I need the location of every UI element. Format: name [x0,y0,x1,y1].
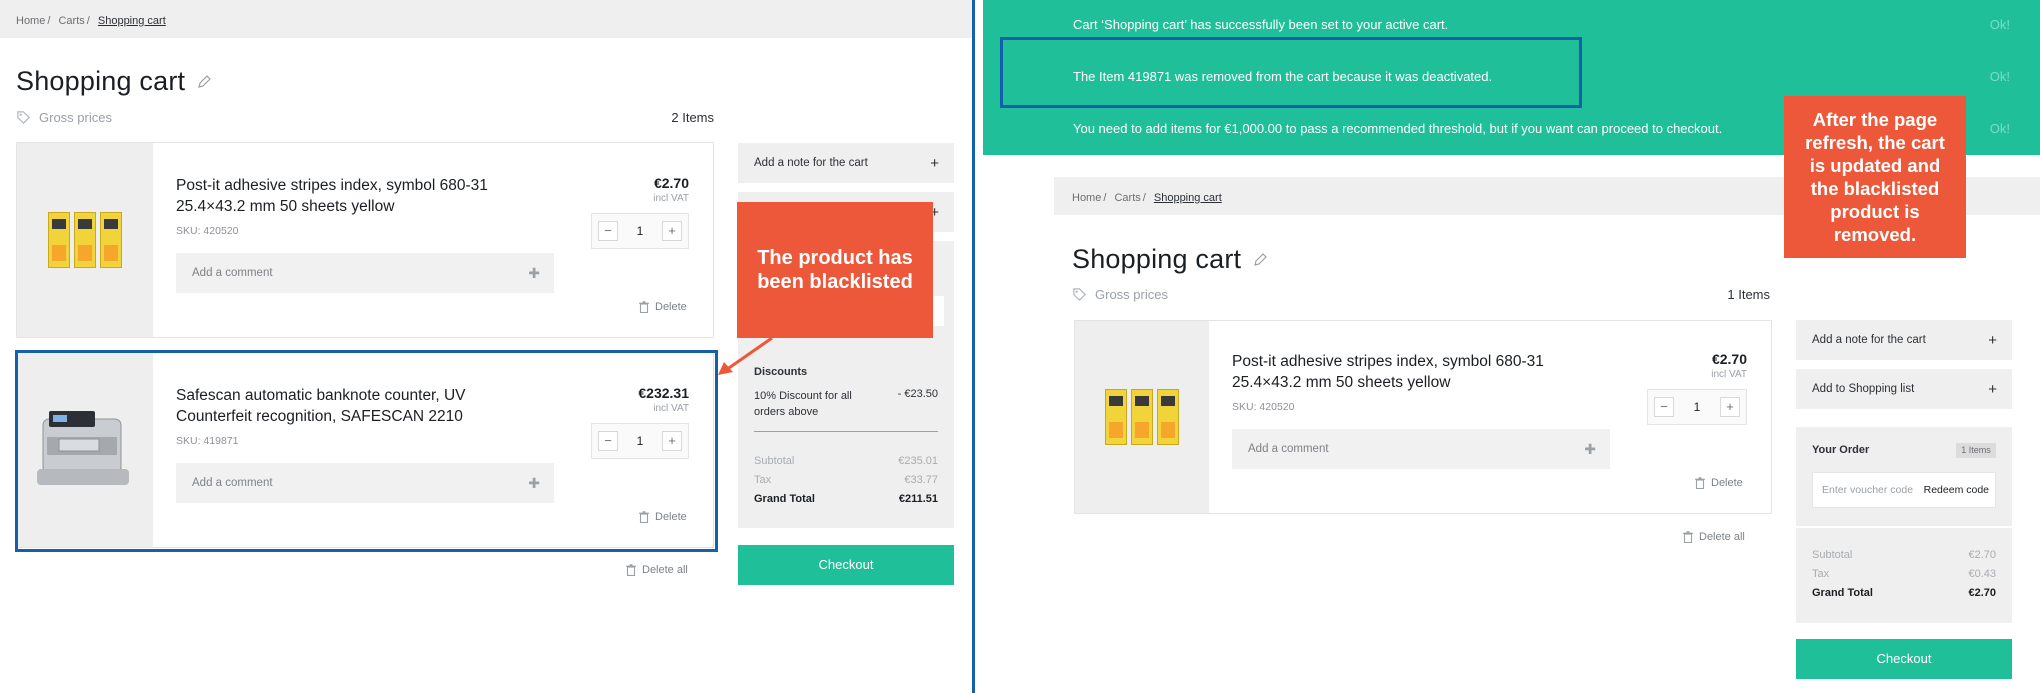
cart-item: Post-it adhesive stripes index, symbol 6… [1074,320,1772,514]
increase-button[interactable]: + [662,221,682,241]
delete-all-button[interactable]: Delete all [626,564,688,576]
breadcrumb-carts[interactable]: Carts [1114,192,1140,204]
order-count-badge: 1 Items [1956,443,1996,458]
grand-total-label: Grand Total [1812,587,1873,599]
item-count: 2 Items [671,110,714,125]
blacklisted-callout: The product has been blacklisted [737,202,933,338]
decrease-button[interactable]: − [598,221,618,241]
edit-pencil-icon[interactable] [196,74,212,90]
breadcrumb-home[interactable]: Home [1072,192,1101,204]
summary-divider [754,431,938,432]
subtotal-value: €235.01 [898,455,938,467]
item-price: €2.70 [1711,351,1747,367]
trash-icon [1695,477,1705,489]
subtotal-value: €2.70 [1968,549,1996,561]
notice-text: Cart ‘Shopping cart’ has successfully be… [1073,17,1449,32]
breadcrumb-current[interactable]: Shopping cart [1154,192,1222,204]
trash-icon [626,564,636,576]
plus-icon: + [930,154,939,172]
left-breadcrumb: Home / Carts / Shopping cart [16,15,166,27]
delete-all-button[interactable]: Delete all [1683,531,1745,543]
notice-ok-button[interactable]: Ok! [1990,121,2010,136]
product-sku: SKU: 420520 [176,225,239,237]
before-after-divider [972,0,975,693]
cart-item: Post-it adhesive stripes index, symbol 6… [16,142,714,338]
increase-button[interactable]: + [1720,397,1740,417]
voucher-field: Enter voucher code Redeem code [1812,472,1996,508]
page-refresh-callout: After the page refresh, the cart is upda… [1784,96,1966,258]
tax-value: €33.77 [904,474,938,486]
blacklisted-item-highlight [15,350,718,552]
product-image-postit[interactable] [1075,321,1209,513]
delete-button[interactable]: Delete [1695,477,1743,489]
product-sku: SKU: 420520 [1232,401,1295,413]
callout-arrow [718,336,773,375]
discount-description: 10% Discount for all orders above [754,390,852,418]
vat-label: incl VAT [653,193,689,204]
quantity-stepper: − 1 + [591,213,689,249]
product-image-postit[interactable] [17,143,153,337]
vat-label: incl VAT [1711,369,1747,380]
notice-ok-button[interactable]: Ok! [1990,17,2010,32]
breadcrumb-current[interactable]: Shopping cart [98,15,166,27]
grand-total-label: Grand Total [754,493,815,505]
checkout-button[interactable]: Checkout [738,545,954,585]
product-name[interactable]: Post-it adhesive stripes index, symbol 6… [1232,351,1612,393]
right-breadcrumb: Home / Carts / Shopping cart [1072,192,1222,204]
edit-pencil-icon[interactable] [1252,252,1268,268]
breadcrumb-home[interactable]: Home [16,15,45,27]
grand-total-value: €211.51 [898,493,938,505]
discount-value: - €23.50 [897,388,938,400]
removed-notice-highlight [1000,37,1582,108]
product-name[interactable]: Post-it adhesive stripes index, symbol 6… [176,175,556,217]
item-count: 1 Items [1727,287,1770,302]
quantity-value[interactable]: 1 [1694,400,1701,414]
voucher-input[interactable]: Enter voucher code [1822,484,1913,496]
add-note-button[interactable]: Add a note for the cart + [738,143,954,183]
trash-icon [1683,531,1693,543]
delete-button[interactable]: Delete [639,301,687,313]
grand-total-value: €2.70 [1968,587,1996,599]
page-title: Shopping cart [16,66,186,96]
plus-icon: + [1988,331,1997,349]
subtotal-label: Subtotal [754,455,795,467]
add-note-button[interactable]: Add a note for the cart + [1796,320,2012,360]
summary-divider [1796,526,2012,528]
tax-value: €0.43 [1968,568,1996,580]
add-comment-field[interactable]: Add a comment ✚ [1232,429,1610,469]
trash-icon [639,301,649,313]
gross-prices-label: Gross prices [1072,287,1168,302]
notice-text: You need to add items for €1,000.00 to p… [1073,121,1723,136]
tag-icon [17,111,30,124]
your-order-title: Your Order [1812,444,1870,456]
plus-icon: + [1988,380,1997,398]
page-title: Shopping cart [1072,244,1242,274]
notice-ok-button[interactable]: Ok! [1990,69,2010,84]
tax-label: Tax [1812,568,1830,580]
subtotal-label: Subtotal [1812,549,1853,561]
add-comment-field[interactable]: Add a comment ✚ [176,253,554,293]
breadcrumb-carts[interactable]: Carts [58,15,84,27]
gross-prices-label: Gross prices [16,110,112,125]
decrease-button[interactable]: − [1654,397,1674,417]
tag-icon [1073,288,1086,301]
add-to-shopping-list-button[interactable]: Add to Shopping list + [1796,369,2012,409]
item-price: €2.70 [653,175,689,191]
checkout-button[interactable]: Checkout [1796,639,2012,679]
quantity-value[interactable]: 1 [637,224,644,238]
tax-label: Tax [754,474,772,486]
plus-icon: ✚ [1584,440,1596,457]
quantity-stepper: − 1 + [1647,389,1747,425]
redeem-code-button[interactable]: Redeem code [1924,484,1989,496]
plus-icon: ✚ [528,264,540,281]
